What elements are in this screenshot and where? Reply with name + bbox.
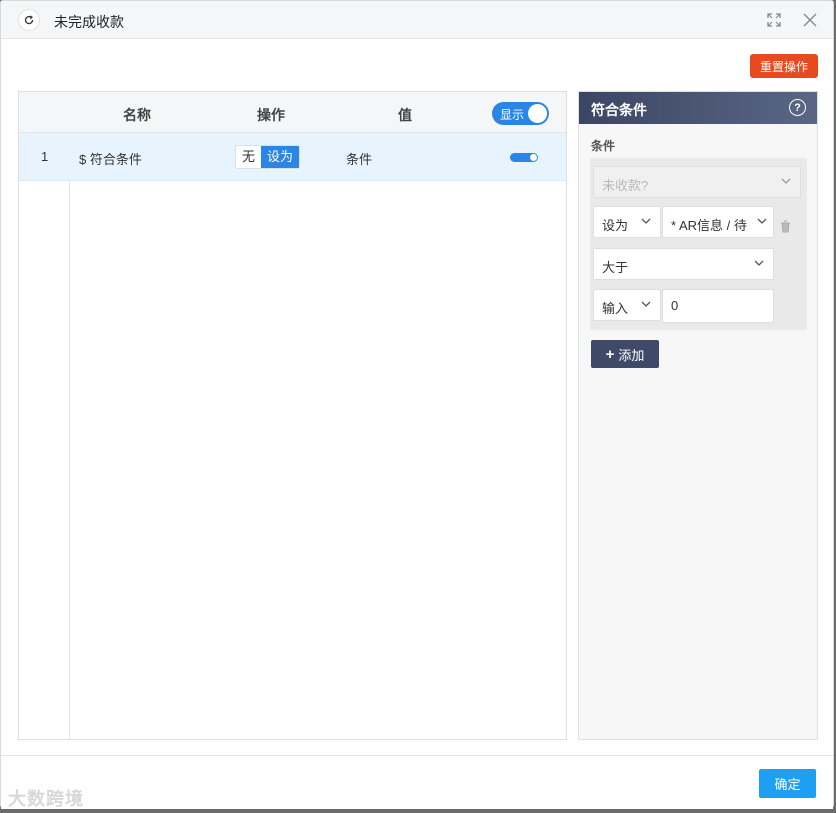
plus-icon: + [605, 345, 615, 363]
operator-select-value: 大于 [602, 260, 629, 275]
reset-operation-button[interactable]: 重置操作 [750, 54, 818, 78]
refresh-button[interactable] [18, 9, 40, 31]
action-select[interactable]: 设为 [593, 206, 661, 238]
field-select[interactable]: 未收款? [593, 166, 801, 198]
table-row[interactable]: 1 $ 符合条件 无 设为 条件 [19, 133, 566, 181]
chevron-down-icon [757, 218, 767, 224]
value-input-text: 0 [671, 298, 679, 313]
row-visible-toggle[interactable] [510, 153, 538, 162]
add-condition-label: 添加 [618, 347, 645, 363]
condition-panel-header: 符合条件 ? [579, 92, 817, 124]
column-header-value: 值 [398, 107, 412, 123]
toggle-knob [530, 154, 537, 161]
dialog-title: 未完成收款 [54, 14, 124, 30]
operation-segmented-control: 无 设为 [235, 145, 301, 169]
dialog-header: 未完成收款 [1, 1, 833, 39]
ok-button[interactable]: 确定 [759, 769, 816, 798]
target-field-select[interactable]: * AR信息 / 待 [662, 206, 774, 238]
toggle-knob [528, 104, 547, 123]
chevron-down-icon [754, 260, 764, 266]
column-header-name: 名称 [123, 107, 151, 123]
show-toggle[interactable]: 显示 [492, 102, 549, 125]
condition-panel: 符合条件 ? 条件 未收款? 设为 * AR信息 / 待 大于 输入 0 + 添… [578, 91, 818, 740]
help-icon[interactable]: ? [789, 99, 806, 116]
target-field-value: * AR信息 / 待 [671, 218, 747, 233]
row-name: $ 符合条件 [79, 152, 142, 167]
action-select-value: 设为 [602, 218, 629, 233]
field-select-value: 未收款? [602, 178, 649, 193]
chevron-down-icon [641, 218, 651, 224]
value-input[interactable]: 0 [662, 289, 774, 323]
op-none-option[interactable]: 无 [236, 146, 261, 168]
input-type-value: 输入 [602, 301, 629, 316]
trash-icon[interactable] [780, 220, 791, 233]
dialog: 未完成收款 重置操作 名称 操作 值 显示 1 $ 符合条件 无 设为 条件 符… [0, 0, 834, 809]
row-index: 1 [41, 149, 49, 164]
operator-select[interactable]: 大于 [593, 248, 774, 280]
refresh-icon [24, 15, 34, 25]
fullscreen-icon[interactable] [765, 11, 783, 29]
chevron-down-icon [781, 178, 791, 184]
input-type-select[interactable]: 输入 [593, 289, 661, 321]
watermark-logo: 大数跨境 [8, 789, 84, 809]
column-header-operation: 操作 [257, 107, 285, 123]
chevron-down-icon [641, 301, 651, 307]
condition-panel-title: 符合条件 [591, 102, 647, 118]
close-icon[interactable] [801, 11, 819, 29]
add-condition-button[interactable]: + 添加 [591, 340, 659, 368]
operation-table: 名称 操作 值 显示 1 $ 符合条件 无 设为 条件 [18, 91, 567, 740]
row-value: 条件 [346, 152, 373, 167]
condition-section-label: 条件 [591, 139, 616, 153]
op-set-option[interactable]: 设为 [261, 146, 300, 168]
index-column [19, 92, 70, 739]
table-header: 名称 操作 值 显示 [19, 92, 566, 133]
show-toggle-label: 显示 [500, 108, 525, 122]
condition-group: 未收款? 设为 * AR信息 / 待 大于 输入 0 [590, 158, 807, 330]
dialog-footer: 确定 [1, 755, 833, 809]
